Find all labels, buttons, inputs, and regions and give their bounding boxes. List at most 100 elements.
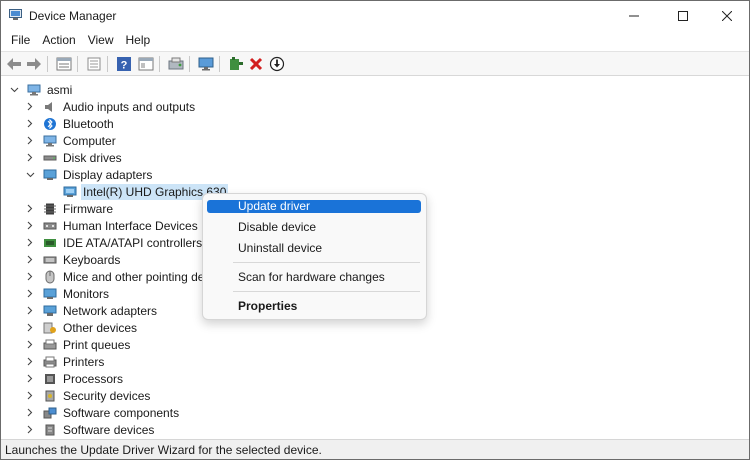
menu-help[interactable]: Help [120,30,157,51]
chevron-down-icon[interactable] [9,81,19,98]
processor-icon [43,373,57,385]
context-menu: Update driver Disable device Uninstall d… [202,193,427,320]
tree-category-software-devices[interactable]: Software devices [25,421,154,438]
network-adapter-icon [43,305,57,317]
chevron-right-icon[interactable] [25,200,35,217]
tree-category-mice-and-other-pointing-dev[interactable]: Mice and other pointing dev [25,268,210,285]
scan-icon[interactable] [167,55,185,73]
view-icon[interactable] [137,55,155,73]
menu-view[interactable]: View [82,30,120,51]
tree-category-monitors[interactable]: Monitors [25,285,109,302]
update-icon[interactable] [268,55,286,73]
monitor-icon [43,288,57,300]
forward-arrow-icon[interactable] [25,55,43,73]
chevron-right-icon[interactable] [25,421,35,438]
list-icon[interactable] [85,55,103,73]
chevron-right-icon[interactable] [25,404,35,421]
category-label: Display adapters [63,167,153,182]
menu-action[interactable]: Action [36,30,81,51]
chevron-right-icon[interactable] [25,353,35,370]
speaker-icon [43,101,57,113]
mouse-icon [43,270,57,283]
category-label: Keyboards [63,252,121,267]
category-label: Human Interface Devices [63,218,198,233]
chevron-right-icon[interactable] [25,217,35,234]
tree-category-software-components[interactable]: Software components [25,404,179,421]
computer-icon [27,84,41,96]
tree-category-ide-ata-atapi-controllers[interactable]: IDE ATA/ATAPI controllers [25,234,202,251]
monitor-icon[interactable] [197,55,215,73]
chevron-right-icon[interactable] [25,98,35,115]
tree-category-display-adapters[interactable]: Display adapters [25,166,152,183]
tree-category-computer[interactable]: Computer [25,132,116,149]
tree-category-human-interface-devices[interactable]: Human Interface Devices [25,217,198,234]
menu-uninstall-device[interactable]: Uninstall device [207,242,421,255]
maximize-button[interactable] [660,1,706,30]
firmware-icon [43,203,57,215]
keyboard-icon [43,254,57,266]
add-driver-icon[interactable] [227,55,245,73]
display-adapter-icon [43,169,57,181]
chevron-right-icon[interactable] [25,370,35,387]
menu-disable-device[interactable]: Disable device [207,221,421,234]
chevron-right-icon[interactable] [25,251,35,268]
tree-category-bluetooth[interactable]: Bluetooth [25,115,114,132]
properties-icon[interactable] [55,55,73,73]
chevron-right-icon[interactable] [25,319,35,336]
title-bar: Device Manager [1,1,749,30]
category-label: Monitors [63,286,110,301]
tree-category-network-adapters[interactable]: Network adapters [25,302,157,319]
print-queue-icon [43,339,57,351]
close-button[interactable] [704,1,749,30]
chevron-right-icon[interactable] [25,268,35,285]
security-device-icon [43,390,57,402]
hid-icon [43,220,57,232]
tree-category-audio-inputs-and-outputs[interactable]: Audio inputs and outputs [25,98,195,115]
category-label: Security devices [63,388,151,403]
chevron-right-icon[interactable] [25,234,35,251]
category-label: Mice and other pointing dev [63,269,211,284]
printer-icon [43,356,57,368]
category-label: Print queues [63,337,131,352]
chevron-right-icon[interactable] [25,302,35,319]
uninstall-icon[interactable] [247,55,265,73]
tree-category-print-queues[interactable]: Print queues [25,336,130,353]
minimize-button[interactable] [611,1,657,30]
context-menu-divider [233,262,420,263]
chevron-right-icon[interactable] [25,149,35,166]
category-label: Software components [63,405,180,420]
back-arrow-icon[interactable] [5,55,23,73]
status-bar: Launches the Update Driver Wizard for th… [1,439,749,459]
menu-file[interactable]: File [5,30,36,51]
tree-category-keyboards[interactable]: Keyboards [25,251,120,268]
category-label: Processors [63,371,124,386]
context-menu-divider [233,291,420,292]
ide-controller-icon [43,237,57,249]
software-component-icon [43,407,57,419]
chevron-down-icon[interactable] [25,166,35,183]
disk-drive-icon [43,152,57,164]
tree-category-other-devices[interactable]: Other devices [25,319,137,336]
category-label: Firmware [63,201,113,216]
toolbar: ? [1,51,749,76]
svg-text:?: ? [121,60,128,72]
tree-category-disk-drives[interactable]: Disk drives [25,149,122,166]
tree-root[interactable]: asmi [9,81,72,98]
chevron-right-icon[interactable] [25,132,35,149]
chevron-right-icon[interactable] [25,285,35,302]
tree-category-security-devices[interactable]: Security devices [25,387,150,404]
bluetooth-icon [43,117,57,130]
menu-update-driver[interactable]: Update driver [207,200,421,213]
chevron-right-icon[interactable] [25,115,35,132]
category-label: Audio inputs and outputs [63,99,196,114]
menu-scan-hardware-changes[interactable]: Scan for hardware changes [207,271,421,284]
tree-category-processors[interactable]: Processors [25,370,123,387]
help-icon[interactable]: ? [115,55,133,73]
chevron-right-icon[interactable] [25,336,35,353]
tree-category-printers[interactable]: Printers [25,353,104,370]
tree-category-firmware[interactable]: Firmware [25,200,113,217]
menu-properties[interactable]: Properties [207,300,421,313]
software-device-icon [43,424,57,436]
chevron-right-icon[interactable] [25,387,35,404]
category-label: Computer [63,133,116,148]
